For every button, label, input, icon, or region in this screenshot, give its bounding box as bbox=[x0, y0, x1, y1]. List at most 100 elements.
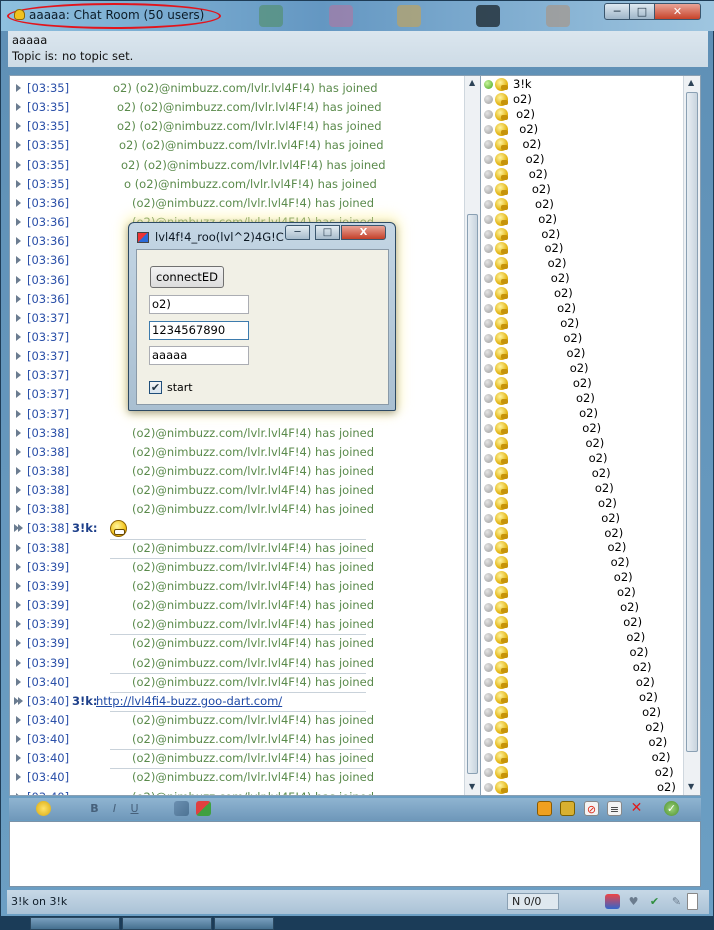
expand-arrow-icon[interactable] bbox=[16, 543, 21, 552]
message-link[interactable]: http://lvl4fi4-buzz.goo-dart.com/ bbox=[96, 694, 282, 708]
expand-arrow-icon[interactable] bbox=[16, 486, 21, 495]
room-field[interactable]: aaaaa bbox=[149, 346, 249, 365]
user-list[interactable]: 3!k o2) o2) o2) o2) o2) o2) o2) o2) o2) o2) o2) o2) o… bbox=[480, 75, 701, 796]
user-list-item[interactable]: o2) bbox=[481, 645, 681, 660]
expand-arrow-icon[interactable] bbox=[16, 84, 21, 92]
expand-arrow-icon[interactable] bbox=[16, 658, 21, 667]
expand-arrow-icon[interactable] bbox=[16, 371, 21, 380]
italic-icon[interactable]: I bbox=[107, 801, 122, 816]
chat-log[interactable]: [03:35] o2) (o2)@nimbuzz.com/lvlr.lvl4F!4… bbox=[9, 75, 481, 796]
user-list-item[interactable]: o2) bbox=[481, 391, 681, 406]
user-list-item[interactable]: o2) bbox=[481, 182, 681, 197]
taskbar-button[interactable] bbox=[214, 917, 274, 930]
user-list-item[interactable]: o2) bbox=[481, 526, 681, 541]
swap-icon[interactable] bbox=[174, 801, 189, 816]
expand-arrow-icon[interactable] bbox=[16, 735, 21, 744]
login-dialog[interactable]: lvl4f!4_roo(lvl^2)4G!C ─ □ X connectED o… bbox=[128, 222, 396, 411]
user-list-item[interactable]: o2) bbox=[481, 406, 681, 421]
user-list-item[interactable]: o2) bbox=[481, 675, 681, 690]
document-icon[interactable] bbox=[687, 893, 698, 910]
user-list-item[interactable]: o2) bbox=[481, 316, 681, 331]
expand-arrow-icon[interactable] bbox=[16, 428, 21, 437]
underline-icon[interactable]: U bbox=[127, 801, 142, 816]
expand-arrow-icon[interactable] bbox=[16, 103, 21, 112]
user-list-item[interactable]: o2) bbox=[481, 346, 681, 361]
user-list-item[interactable]: o2) bbox=[481, 555, 681, 570]
user-list-item[interactable]: o2) bbox=[481, 301, 681, 316]
scroll-up-icon[interactable]: ▲ bbox=[469, 78, 475, 87]
user-list-item[interactable]: o2) bbox=[481, 227, 681, 242]
user-list-item[interactable]: o2) bbox=[481, 720, 681, 735]
flag-icon[interactable] bbox=[605, 894, 620, 909]
taskbar-button[interactable] bbox=[30, 917, 120, 930]
user-list-item[interactable]: o2) bbox=[481, 271, 681, 286]
user-list-item[interactable]: o2) bbox=[481, 630, 681, 645]
connect-button[interactable]: connectED bbox=[150, 266, 224, 288]
scroll-up-icon[interactable]: ▲ bbox=[688, 78, 694, 87]
bold-icon[interactable]: B bbox=[87, 801, 102, 816]
shield-icon[interactable]: ✔ bbox=[647, 894, 662, 909]
user-list-item[interactable]: o2) bbox=[481, 765, 681, 780]
user-list-item[interactable]: o2) bbox=[481, 376, 681, 391]
expand-arrow-icon[interactable] bbox=[16, 198, 21, 207]
user-list-item[interactable]: o2) bbox=[481, 600, 681, 615]
user-list-item[interactable]: o2) bbox=[481, 660, 681, 675]
block-icon[interactable]: ⊘ bbox=[584, 801, 599, 816]
expand-arrow-icon[interactable] bbox=[16, 639, 21, 648]
scroll-down-icon[interactable]: ▼ bbox=[469, 782, 475, 791]
start-checkbox[interactable]: ✔ bbox=[149, 381, 162, 394]
expand-arrow-icon[interactable] bbox=[16, 620, 21, 629]
title-bar[interactable]: aaaaa: Chat Room (50 users) ─ □ ✕ bbox=[1, 1, 714, 31]
expand-arrow-icon[interactable] bbox=[16, 792, 21, 795]
chat-scroll-thumb[interactable] bbox=[467, 214, 478, 774]
user-list-scroll-thumb[interactable] bbox=[686, 92, 698, 752]
user-list-item[interactable]: o2) bbox=[481, 585, 681, 600]
message-nick[interactable]: 3!k: bbox=[72, 521, 98, 535]
user-list-item[interactable]: o2) bbox=[481, 540, 681, 555]
expand-arrow-icon[interactable] bbox=[16, 122, 21, 131]
user-list-item[interactable]: o2) bbox=[481, 421, 681, 436]
expand-arrow-icon[interactable] bbox=[16, 715, 21, 724]
user-list-item[interactable]: o2) bbox=[481, 780, 681, 795]
expand-arrow-icon[interactable] bbox=[16, 237, 21, 246]
kick-icon[interactable]: ✕ bbox=[629, 801, 644, 816]
user-list-item[interactable]: o2) bbox=[481, 241, 681, 256]
expand-arrow-icon[interactable] bbox=[16, 313, 21, 322]
expand-arrow-icon[interactable] bbox=[16, 352, 21, 361]
clock-icon[interactable] bbox=[537, 801, 552, 816]
user-list-item[interactable]: o2) bbox=[481, 436, 681, 451]
expand-arrow-icon[interactable] bbox=[16, 218, 21, 227]
user-list-item[interactable]: o2) bbox=[481, 466, 681, 481]
user-list-item[interactable]: o2) bbox=[481, 152, 681, 167]
user-list-item[interactable]: o2) bbox=[481, 122, 681, 137]
password-field[interactable]: 1234567890 bbox=[149, 321, 249, 340]
expand-arrow-icon[interactable] bbox=[16, 677, 21, 686]
user-list-item[interactable]: o2) bbox=[481, 481, 681, 496]
user-list-item[interactable]: o2) bbox=[481, 286, 681, 301]
expand-arrow-icon[interactable] bbox=[16, 294, 21, 303]
pen-icon[interactable]: ✎ bbox=[669, 894, 684, 909]
expand-arrow-icon[interactable] bbox=[14, 524, 23, 533]
expand-arrow-icon[interactable] bbox=[16, 256, 21, 265]
expand-arrow-icon[interactable] bbox=[16, 409, 21, 418]
expand-arrow-icon[interactable] bbox=[16, 581, 21, 590]
maximize-button[interactable]: □ bbox=[629, 3, 655, 20]
expand-arrow-icon[interactable] bbox=[16, 601, 21, 610]
message-nick[interactable]: 3!k: bbox=[72, 694, 98, 708]
user-list-item[interactable]: o2) bbox=[481, 750, 681, 765]
dialog-minimize-button[interactable]: ─ bbox=[285, 225, 310, 240]
expand-arrow-icon[interactable] bbox=[16, 447, 21, 456]
user-list-item[interactable]: o2) bbox=[481, 361, 681, 376]
close-button[interactable]: ✕ bbox=[654, 3, 701, 20]
expand-arrow-icon[interactable] bbox=[14, 696, 23, 705]
expand-arrow-icon[interactable] bbox=[16, 141, 21, 150]
expand-arrow-icon[interactable] bbox=[16, 773, 21, 782]
user-list-item[interactable]: o2) bbox=[481, 451, 681, 466]
expand-arrow-icon[interactable] bbox=[16, 390, 21, 399]
user-list-item[interactable]: o2) bbox=[481, 331, 681, 346]
user-list-item[interactable]: o2) bbox=[481, 615, 681, 630]
user-list-item[interactable]: 3!k bbox=[481, 77, 681, 92]
user-list-item[interactable]: o2) bbox=[481, 570, 681, 585]
user-list-scrollbar[interactable]: ▲ ▼ bbox=[683, 76, 700, 795]
scroll-down-icon[interactable]: ▼ bbox=[688, 782, 694, 791]
